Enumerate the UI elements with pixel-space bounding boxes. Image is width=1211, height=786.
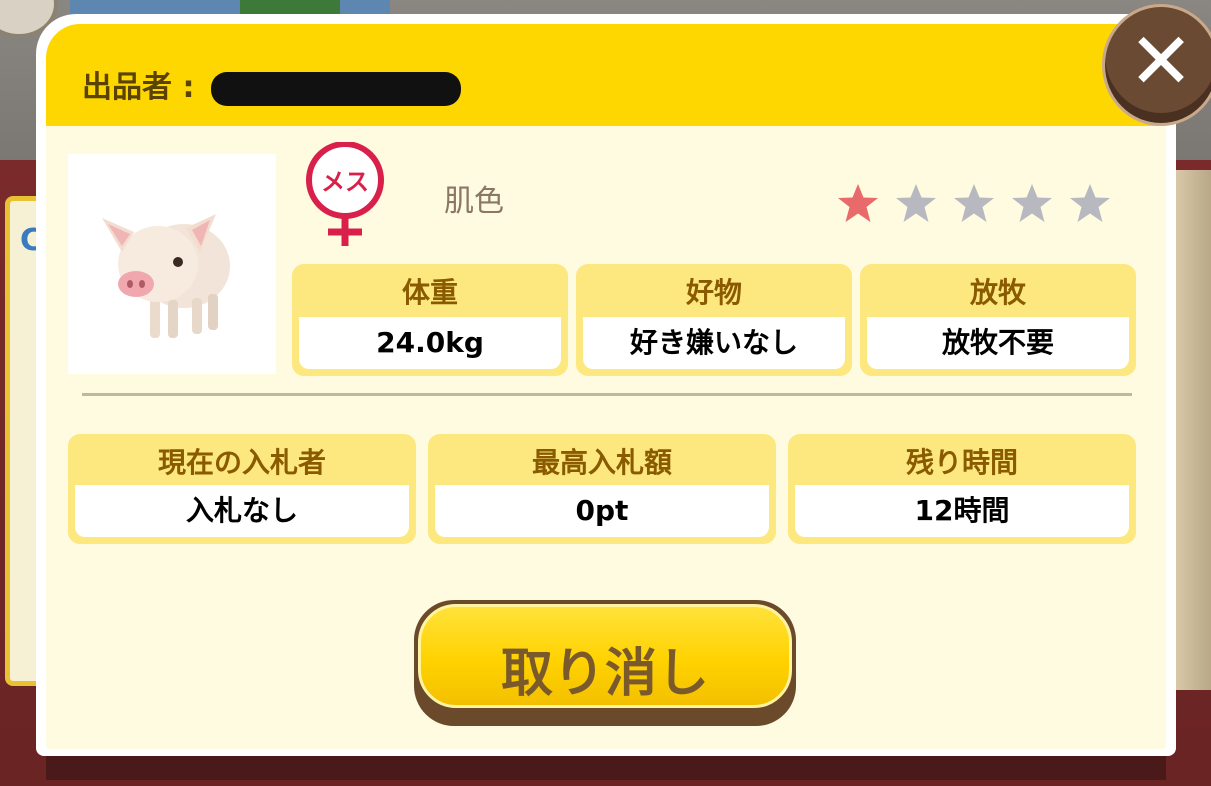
gender-label: メス xyxy=(321,168,369,196)
auction-label: 残り時間 xyxy=(905,446,1018,479)
stat-value: 好き嫌いなし xyxy=(583,317,845,369)
seller-name-redacted xyxy=(210,71,461,106)
cancel-listing-button[interactable]: 取り消し xyxy=(414,600,796,726)
auction-time-remaining: 残り時間 12時間 xyxy=(788,434,1136,544)
gender-badge: メス xyxy=(300,141,390,246)
auction-current-bidder: 現在の入札者 入札なし xyxy=(68,434,416,544)
stat-label: 体重 xyxy=(401,276,458,309)
cancel-button-label: 取り消し xyxy=(500,644,709,704)
rating-stars xyxy=(836,182,1112,226)
stat-label: 好物 xyxy=(685,276,742,309)
cancel-button-face: 取り消し xyxy=(418,604,792,708)
dialog-body: 出品者 : メス 肌色 体重 24.0kg 好物 好き嫌いなし 放牧 放牧不要 … xyxy=(46,24,1166,749)
close-icon: ✕ xyxy=(1128,17,1194,107)
stat-grazing: 放牧 放牧不要 xyxy=(860,264,1136,376)
stat-weight: 体重 24.0kg xyxy=(292,264,568,376)
dialog-header: 出品者 : xyxy=(46,24,1166,126)
auction-detail-dialog: 出品者 : メス 肌色 体重 24.0kg 好物 好き嫌いなし 放牧 放牧不要 … xyxy=(36,14,1176,756)
seller-info: 出品者 : xyxy=(82,62,461,106)
background-bottom-bar xyxy=(46,756,1166,780)
seller-label: 出品者 : xyxy=(82,70,205,105)
auction-label: 現在の入札者 xyxy=(157,446,326,479)
star-empty-icon xyxy=(954,184,994,222)
star-empty-icon xyxy=(896,184,936,222)
auction-value: 0pt xyxy=(435,485,769,537)
animal-portrait xyxy=(68,154,276,374)
star-filled-icon xyxy=(838,184,878,222)
auction-value: 12時間 xyxy=(795,485,1129,537)
stat-label: 放牧 xyxy=(969,276,1026,309)
background-strip xyxy=(1176,170,1211,690)
pig-image xyxy=(102,214,230,338)
skin-color-label: 肌色 xyxy=(444,184,504,219)
stat-favorite-food: 好物 好き嫌いなし xyxy=(576,264,852,376)
close-button[interactable]: ✕ xyxy=(1102,4,1211,126)
background-grass xyxy=(240,0,340,14)
female-icon: メス xyxy=(306,141,384,246)
auction-highest-bid: 最高入札額 0pt xyxy=(428,434,776,544)
divider xyxy=(82,393,1132,396)
star-empty-icon xyxy=(1070,184,1110,222)
stat-value: 24.0kg xyxy=(299,317,561,369)
stat-value: 放牧不要 xyxy=(867,317,1129,369)
auction-label: 最高入札額 xyxy=(531,446,672,479)
star-empty-icon xyxy=(1012,184,1052,222)
auction-value: 入札なし xyxy=(75,485,409,537)
